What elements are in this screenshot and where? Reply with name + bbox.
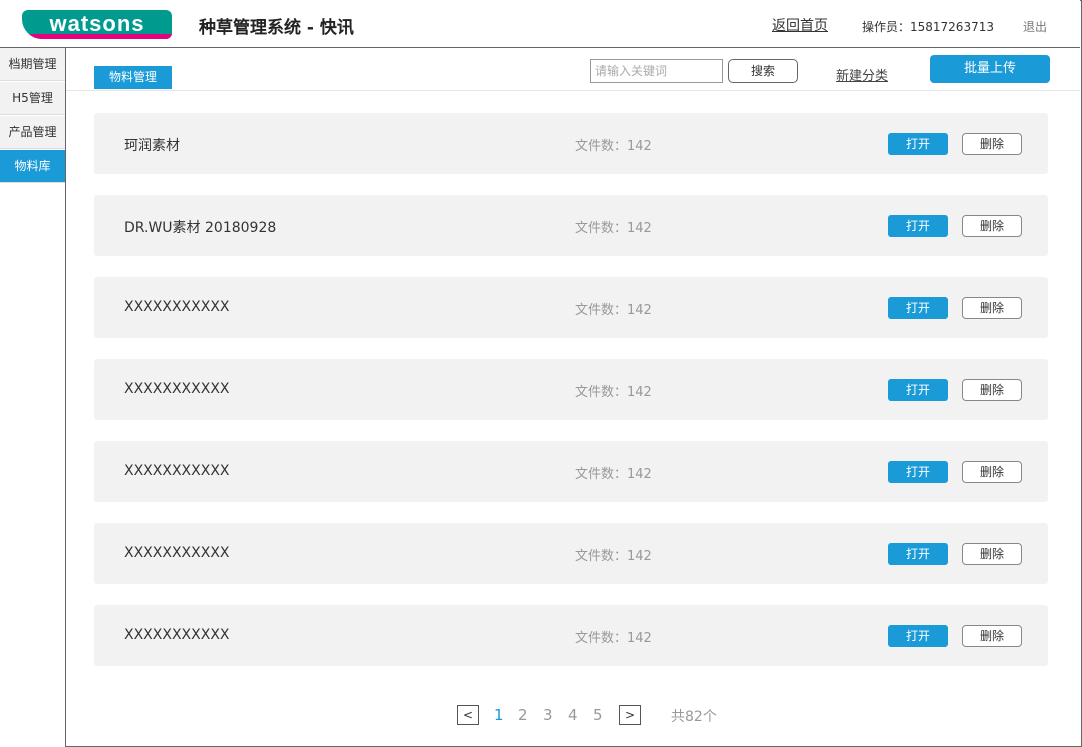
toolbar: 物料管理 搜索 新建分类 批量上传 — [66, 48, 1080, 91]
folder-file-count: 文件数：142 — [575, 467, 652, 482]
sidebar-item-h5[interactable]: H5管理 — [0, 82, 65, 115]
operator-info: 操作员：15817263713 — [862, 20, 994, 34]
folder-name: 珂润素材 — [124, 138, 180, 154]
search-button[interactable]: 搜索 — [728, 59, 798, 83]
folder-name: DR.WU素材 20180928 — [124, 220, 277, 236]
page-title: 种草管理系统 - 快讯 — [199, 18, 354, 38]
page-5[interactable]: 5 — [593, 706, 603, 724]
search-input[interactable] — [590, 59, 723, 83]
folder-file-count: 文件数：142 — [575, 549, 652, 564]
folder-row: XXXXXXXXXXX 文件数：142 打开 删除 — [94, 277, 1048, 338]
page-3[interactable]: 3 — [543, 706, 553, 724]
sidebar-item-schedule[interactable]: 档期管理 — [0, 48, 65, 81]
delete-button[interactable]: 删除 — [962, 461, 1022, 483]
open-button[interactable]: 打开 — [888, 215, 948, 237]
folder-file-count: 文件数：142 — [575, 303, 652, 318]
folder-file-count: 文件数：142 — [575, 221, 652, 236]
logo-text: watsons — [49, 11, 145, 36]
bulk-upload-button[interactable]: 批量上传 — [930, 55, 1050, 83]
folder-file-count: 文件数：142 — [575, 139, 652, 154]
folder-name: XXXXXXXXXXX — [124, 381, 230, 397]
folder-row: XXXXXXXXXXX 文件数：142 打开 删除 — [94, 359, 1048, 420]
open-button[interactable]: 打开 — [888, 543, 948, 565]
sidebar-item-materials[interactable]: 物料库 — [0, 150, 65, 183]
folder-row: XXXXXXXXXXX 文件数：142 打开 删除 — [94, 523, 1048, 584]
tab-material-management[interactable]: 物料管理 — [94, 66, 172, 89]
open-button[interactable]: 打开 — [888, 297, 948, 319]
folder-file-count: 文件数：142 — [575, 385, 652, 400]
folder-row: XXXXXXXXXXX 文件数：142 打开 删除 — [94, 605, 1048, 666]
delete-button[interactable]: 删除 — [962, 625, 1022, 647]
page-4[interactable]: 4 — [568, 706, 578, 724]
logout-link[interactable]: 退出 — [1023, 18, 1047, 35]
open-button[interactable]: 打开 — [888, 133, 948, 155]
logo-swoosh — [22, 34, 172, 39]
new-category-link[interactable]: 新建分类 — [836, 65, 888, 84]
delete-button[interactable]: 删除 — [962, 543, 1022, 565]
sidebar: 档期管理 H5管理 产品管理 物料库 — [0, 48, 66, 747]
next-page-button[interactable]: > — [619, 705, 641, 725]
folder-name: XXXXXXXXXXX — [124, 545, 230, 561]
folder-name: XXXXXXXXXXX — [124, 463, 230, 479]
header: watsons 种草管理系统 - 快讯 返回首页 操作员：15817263713… — [0, 0, 1080, 48]
delete-button[interactable]: 删除 — [962, 297, 1022, 319]
folder-row: DR.WU素材 20180928 文件数：142 打开 删除 — [94, 195, 1048, 256]
delete-button[interactable]: 删除 — [962, 379, 1022, 401]
folder-name: XXXXXXXXXXX — [124, 299, 230, 315]
open-button[interactable]: 打开 — [888, 461, 948, 483]
sidebar-item-products[interactable]: 产品管理 — [0, 116, 65, 149]
open-button[interactable]: 打开 — [888, 625, 948, 647]
page-1[interactable]: 1 — [494, 706, 504, 724]
folder-name: XXXXXXXXXXX — [124, 627, 230, 643]
page-2[interactable]: 2 — [518, 706, 528, 724]
folder-row: 珂润素材 文件数：142 打开 删除 — [94, 113, 1048, 174]
open-button[interactable]: 打开 — [888, 379, 948, 401]
prev-page-button[interactable]: < — [457, 705, 479, 725]
delete-button[interactable]: 删除 — [962, 133, 1022, 155]
total-count: 共82个 — [671, 709, 717, 725]
delete-button[interactable]: 删除 — [962, 215, 1022, 237]
folder-row: XXXXXXXXXXX 文件数：142 打开 删除 — [94, 441, 1048, 502]
folder-file-count: 文件数：142 — [575, 631, 652, 646]
back-home-link[interactable]: 返回首页 — [772, 15, 828, 35]
watsons-logo[interactable]: watsons — [22, 10, 172, 39]
